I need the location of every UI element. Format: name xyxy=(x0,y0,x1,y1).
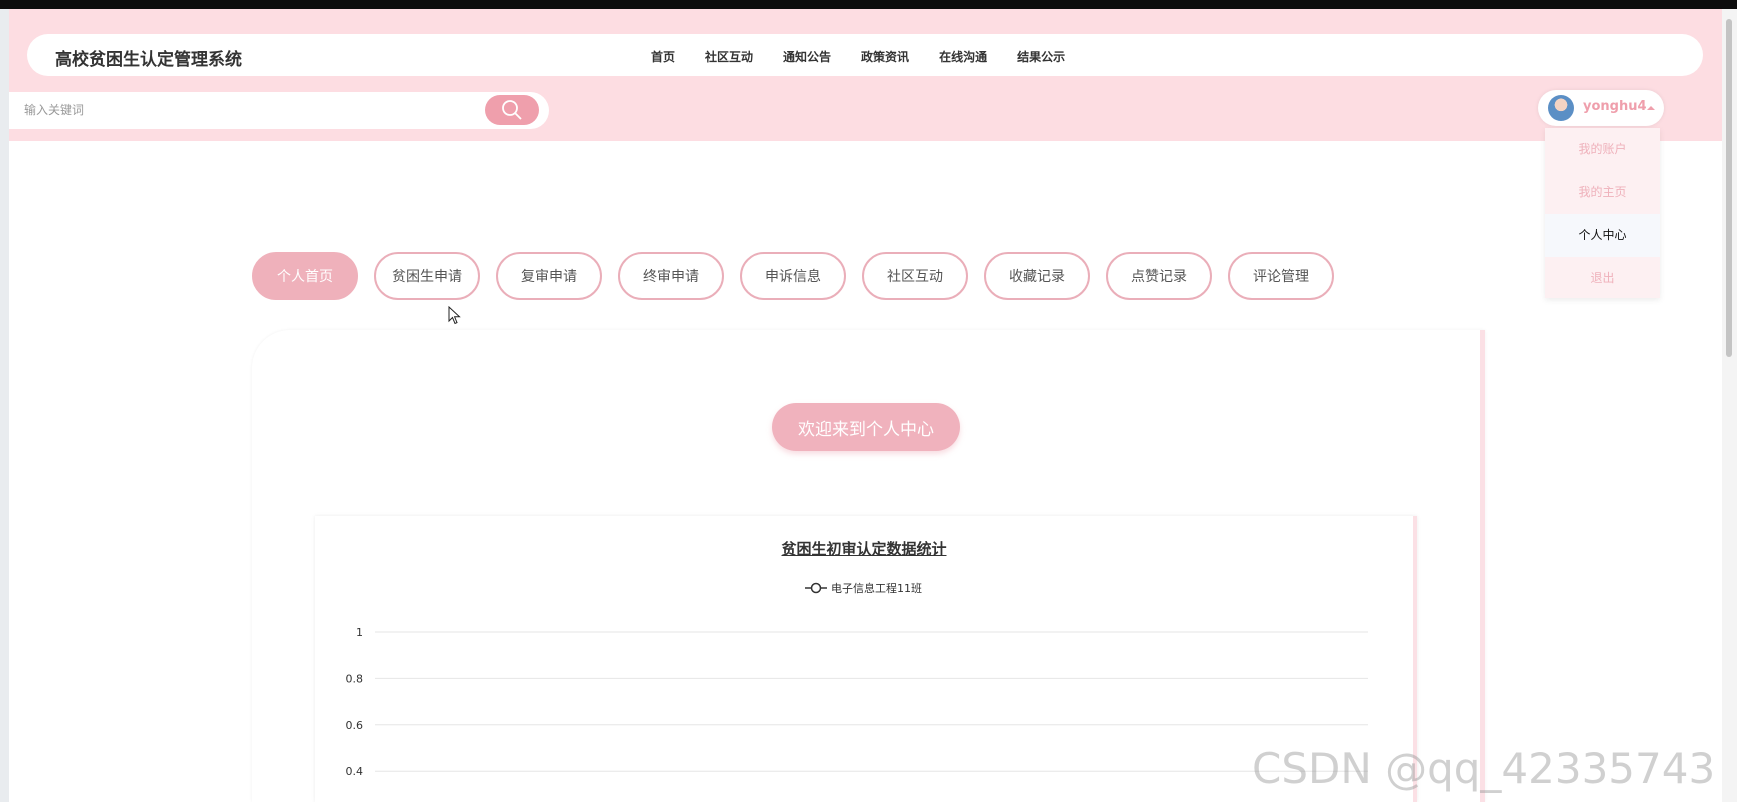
menu-item-policy[interactable]: 政策资讯 xyxy=(861,48,909,65)
tab-appeal-info[interactable]: 申诉信息 xyxy=(740,252,846,300)
top-navigation: 高校贫困生认定管理系统 首页 社区互动 通知公告 政策资讯 在线沟通 结果公示 xyxy=(27,34,1703,76)
tab-poverty-application[interactable]: 贫困生申请 xyxy=(374,252,480,300)
watermark: CSDN @qq_42335743 xyxy=(1252,744,1716,793)
welcome-banner: 欢迎来到个人中心 xyxy=(772,403,960,451)
tab-likes[interactable]: 点赞记录 xyxy=(1106,252,1212,300)
y-tick-label: 0.8 xyxy=(346,672,364,685)
caret-up-icon xyxy=(1647,106,1655,110)
user-name: yonghu4 xyxy=(1583,99,1647,114)
tab-personal-home[interactable]: 个人首页 xyxy=(252,252,358,300)
y-tick-label: 0.6 xyxy=(346,719,364,732)
dropdown-item-personal-center[interactable]: 个人中心 xyxy=(1545,214,1660,257)
tab-final-application[interactable]: 终审申请 xyxy=(618,252,724,300)
tab-community[interactable]: 社区互动 xyxy=(862,252,968,300)
menu-item-chat[interactable]: 在线沟通 xyxy=(939,48,987,65)
menu-item-results[interactable]: 结果公示 xyxy=(1017,48,1065,65)
page-edge xyxy=(0,9,9,802)
personal-tabs: 个人首页 贫困生申请 复审申请 终审申请 申诉信息 社区互动 收藏记录 点赞记录… xyxy=(252,252,1334,300)
scrollbar-thumb[interactable] xyxy=(1726,19,1732,357)
search-input[interactable] xyxy=(22,102,476,118)
main-menu: 首页 社区互动 通知公告 政策资讯 在线沟通 结果公示 xyxy=(651,48,1095,65)
user-dropdown: 我的账户 我的主页 个人中心 退出 xyxy=(1545,128,1660,298)
content-card: 欢迎来到个人中心 贫困生初审认定数据统计 电子信息工程11班 1 0.8 0.6 0.… xyxy=(252,330,1485,802)
search-icon xyxy=(502,100,522,120)
tab-comments[interactable]: 评论管理 xyxy=(1228,252,1334,300)
search-bar xyxy=(9,92,549,129)
page-scrollbar[interactable] xyxy=(1722,9,1737,802)
avatar xyxy=(1548,95,1574,121)
browser-top-bar xyxy=(0,0,1737,9)
tab-favorites[interactable]: 收藏记录 xyxy=(984,252,1090,300)
menu-item-notice[interactable]: 通知公告 xyxy=(783,48,831,65)
menu-item-community[interactable]: 社区互动 xyxy=(705,48,753,65)
dropdown-item-account[interactable]: 我的账户 xyxy=(1545,128,1660,171)
menu-item-home[interactable]: 首页 xyxy=(651,48,675,65)
user-menu-toggle[interactable]: yonghu4 xyxy=(1538,90,1664,126)
mouse-cursor-icon xyxy=(448,306,461,325)
line-chart: 1 0.8 0.6 0.4 xyxy=(346,626,1368,778)
tab-review-application[interactable]: 复审申请 xyxy=(496,252,602,300)
site-title: 高校贫困生认定管理系统 xyxy=(55,50,242,70)
y-tick-label: 1 xyxy=(356,626,363,639)
search-button[interactable] xyxy=(485,95,539,125)
y-tick-label: 0.4 xyxy=(346,765,364,778)
dropdown-item-homepage[interactable]: 我的主页 xyxy=(1545,171,1660,214)
dropdown-item-logout[interactable]: 退出 xyxy=(1545,257,1660,300)
